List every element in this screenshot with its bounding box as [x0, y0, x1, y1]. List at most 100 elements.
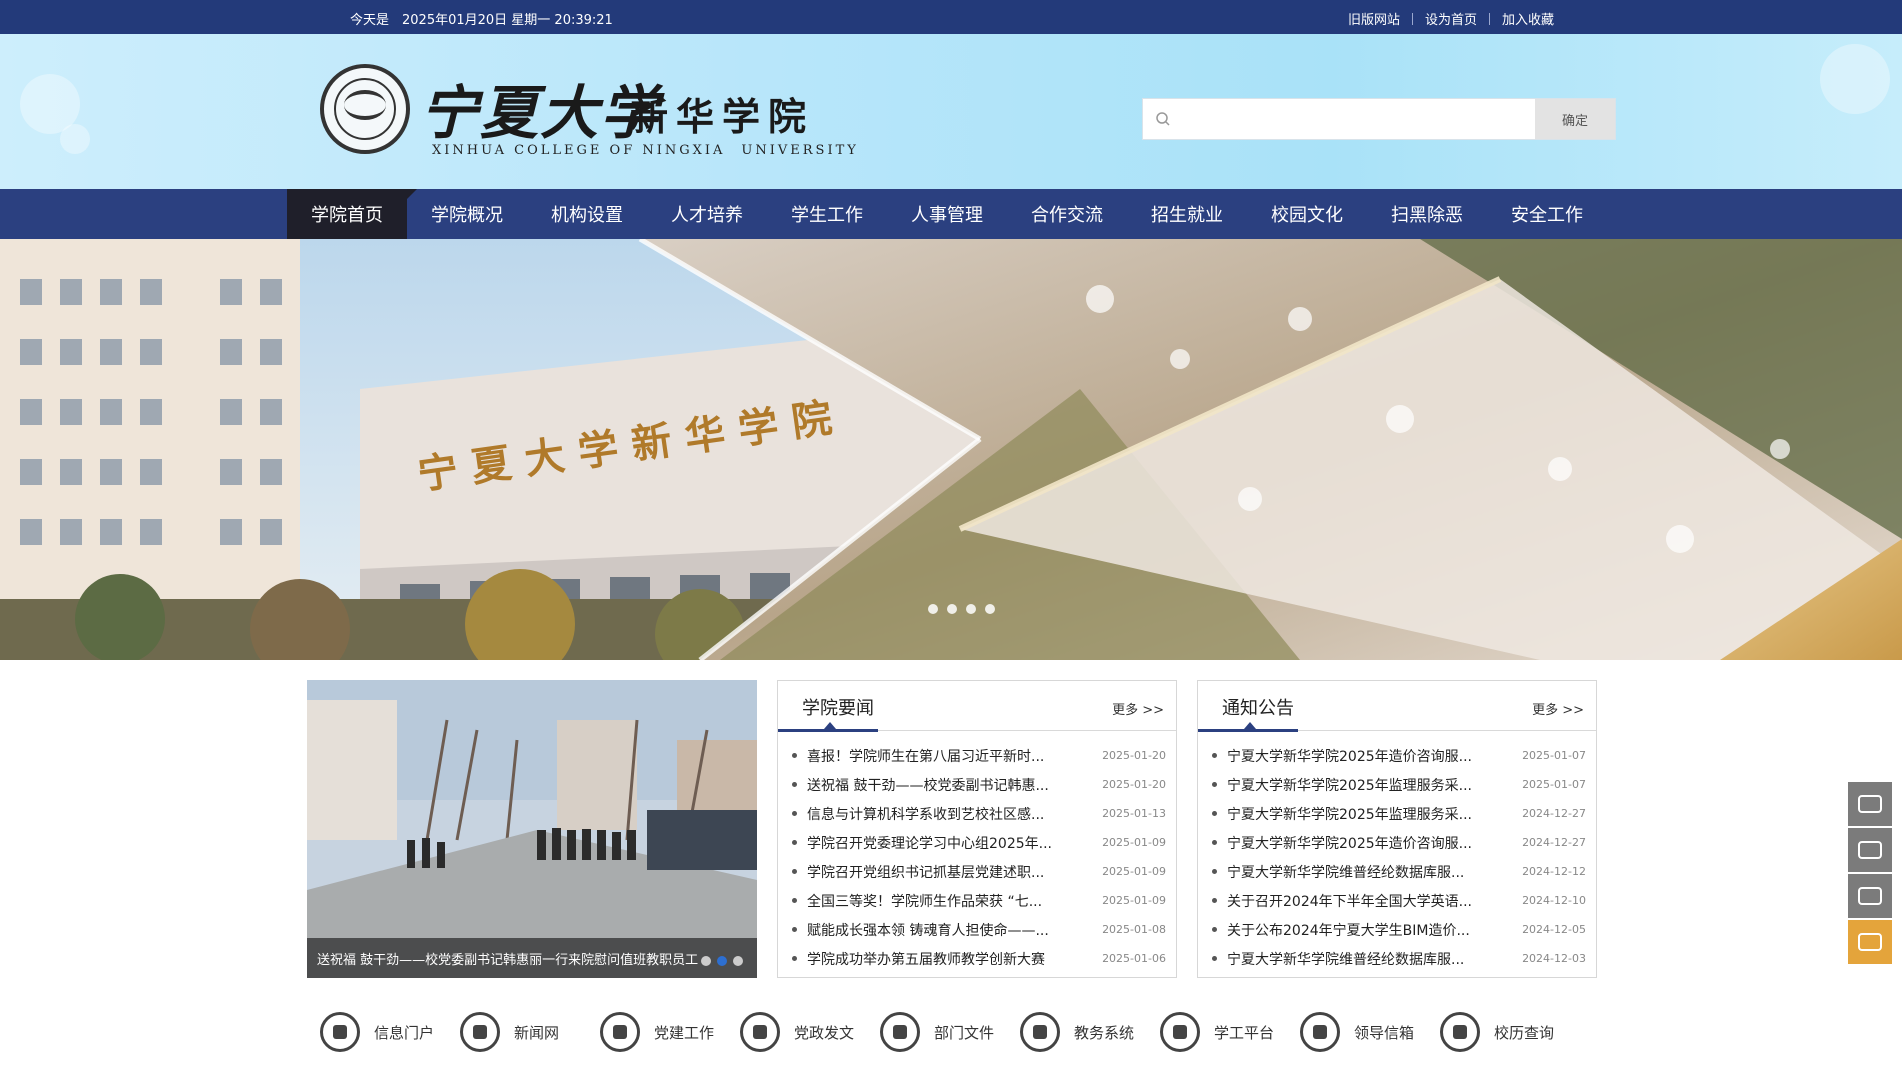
nav-item-talent-training[interactable]: 人才培养 — [647, 189, 767, 239]
slide-dot-active[interactable] — [717, 956, 727, 966]
notice-title[interactable]: 宁夏大学新华学院维普经纶数据库服... — [1227, 862, 1506, 882]
slide-dot[interactable] — [966, 604, 976, 614]
nav-item-anti-crime[interactable]: 扫黑除恶 — [1367, 189, 1487, 239]
slide-dot[interactable] — [947, 604, 957, 614]
nav-item-overview[interactable]: 学院概况 — [407, 189, 527, 239]
list-item[interactable]: 关于公布2024年宁夏大学生BIM造价... 2024-12-05 — [1208, 915, 1586, 944]
news-title[interactable]: 全国三等奖！学院师生作品荣获 “七... — [807, 891, 1086, 911]
old-site-link[interactable]: 旧版网站 — [1348, 9, 1400, 28]
list-item[interactable]: 宁夏大学新华学院2025年造价咨询服... 2025-01-07 — [1208, 741, 1586, 770]
quick-link-label: 新闻网 — [514, 1023, 560, 1042]
list-item[interactable]: 宁夏大学新华学院2025年监理服务采... 2025-01-07 — [1208, 770, 1586, 799]
portal-icon — [320, 1012, 360, 1052]
notices-more-link[interactable]: 更多 >> — [1532, 699, 1584, 718]
quick-link-news-site[interactable]: 新闻网 — [460, 1012, 600, 1052]
list-item[interactable]: 关于召开2024年下半年全国大学英语... 2024-12-10 — [1208, 886, 1586, 915]
divider — [1489, 12, 1491, 25]
news-title[interactable]: 学院成功举办第五届教师教学创新大赛 — [807, 949, 1086, 969]
slide-dot[interactable] — [701, 956, 711, 966]
panel-title-underline — [1198, 729, 1298, 732]
quick-link-official-docs[interactable]: 党政发文 — [740, 1012, 880, 1052]
quick-link-student-platform[interactable]: 学工平台 — [1160, 1012, 1300, 1052]
slide-dot[interactable] — [928, 604, 938, 614]
seal-emblem-icon — [344, 90, 386, 120]
list-item[interactable]: 宁夏大学新华学院2025年造价咨询服... 2024-12-27 — [1208, 828, 1586, 857]
wechat-button[interactable] — [1848, 782, 1892, 826]
list-item[interactable]: 学院成功举办第五届教师教学创新大赛 2025-01-06 — [788, 944, 1166, 973]
add-favorite-link[interactable]: 加入收藏 — [1502, 9, 1554, 28]
list-item[interactable]: 宁夏大学新华学院维普经纶数据库服... 2024-12-12 — [1208, 857, 1586, 886]
search-submit-button[interactable]: 确定 — [1535, 99, 1615, 139]
quick-link-party-work[interactable]: 党建工作 — [600, 1012, 740, 1052]
notice-date: 2024-12-10 — [1522, 894, 1586, 907]
notice-title[interactable]: 宁夏大学新华学院2025年造价咨询服... — [1227, 746, 1506, 766]
weibo-button[interactable] — [1848, 828, 1892, 872]
slide-dot[interactable] — [733, 956, 743, 966]
nav-item-cooperation[interactable]: 合作交流 — [1007, 189, 1127, 239]
photo-news-image — [307, 680, 757, 978]
notice-title[interactable]: 关于公布2024年宁夏大学生BIM造价... — [1227, 920, 1506, 940]
list-item[interactable]: 信息与计算机科学系收到艺校社区感... 2025-01-13 — [788, 799, 1166, 828]
quick-link-calendar-query[interactable]: 校历查询 — [1440, 1012, 1580, 1052]
nav-item-admissions[interactable]: 招生就业 — [1127, 189, 1247, 239]
notice-title[interactable]: 关于召开2024年下半年全国大学英语... — [1227, 891, 1506, 911]
bullet-icon — [792, 927, 797, 932]
list-item[interactable]: 宁夏大学新华学院维普经纶数据库服... 2024-12-03 — [1208, 944, 1586, 973]
panel-caret-icon — [1244, 722, 1256, 729]
hero-banner[interactable]: 宁 夏 大 学 新 华 学 院 — [0, 239, 1902, 660]
nav-item-safety[interactable]: 安全工作 — [1487, 189, 1607, 239]
quick-link-info-portal[interactable]: 信息门户 — [320, 1012, 460, 1052]
panel-header: 通知公告 更多 >> — [1198, 681, 1596, 732]
news-title[interactable]: 赋能成长强本领 铸魂育人担使命——... — [807, 920, 1086, 940]
news-title[interactable]: 信息与计算机科学系收到艺校社区感... — [807, 804, 1086, 824]
nav-item-organization[interactable]: 机构设置 — [527, 189, 647, 239]
photo-news-slider[interactable]: 送祝福 鼓干劲——校党委副书记韩惠丽一行来院慰问值班教职员工 — [307, 680, 757, 978]
nav-item-campus-culture[interactable]: 校园文化 — [1247, 189, 1367, 239]
news-title[interactable]: 送祝福 鼓干劲——校党委副书记韩惠... — [807, 775, 1086, 795]
list-item[interactable]: 宁夏大学新华学院2025年监理服务采... 2024-12-27 — [1208, 799, 1586, 828]
list-item[interactable]: 全国三等奖！学院师生作品荣获 “七... 2025-01-09 — [788, 886, 1166, 915]
news-title[interactable]: 喜报！学院师生在第八届习近平新时... — [807, 746, 1086, 766]
party-emblem-icon — [600, 1012, 640, 1052]
notice-title[interactable]: 宁夏大学新华学院2025年监理服务采... — [1227, 775, 1506, 795]
news-date: 2025-01-20 — [1102, 778, 1166, 791]
panel-title-underline — [778, 729, 878, 732]
list-item[interactable]: 喜报！学院师生在第八届习近平新时... 2025-01-20 — [788, 741, 1166, 770]
bullet-icon — [792, 753, 797, 758]
search-input[interactable] — [1179, 105, 1519, 133]
notice-title[interactable]: 宁夏大学新华学院2025年监理服务采... — [1227, 804, 1506, 824]
slide-dot[interactable] — [985, 604, 995, 614]
bullet-icon — [1212, 782, 1217, 787]
news-date: 2025-01-20 — [1102, 749, 1166, 762]
nav-item-personnel[interactable]: 人事管理 — [887, 189, 1007, 239]
quick-link-label: 党建工作 — [654, 1023, 715, 1042]
quick-link-label: 学工平台 — [1214, 1023, 1275, 1042]
bullet-icon — [792, 840, 797, 845]
set-homepage-link[interactable]: 设为首页 — [1425, 9, 1477, 28]
nav-item-home[interactable]: 学院首页 — [287, 189, 417, 239]
list-item[interactable]: 送祝福 鼓干劲——校党委副书记韩惠... 2025-01-20 — [788, 770, 1166, 799]
news-title[interactable]: 学院召开党组织书记抓基层党建述职... — [807, 862, 1086, 882]
quick-link-academic-system[interactable]: 教务系统 — [1020, 1012, 1160, 1052]
photo-news-caption[interactable]: 送祝福 鼓干劲——校党委副书记韩惠丽一行来院慰问值班教职员工 — [307, 938, 757, 978]
news-title[interactable]: 学院召开党委理论学习中心组2025年... — [807, 833, 1086, 853]
mail-button[interactable] — [1848, 874, 1892, 918]
notice-title[interactable]: 宁夏大学新华学院2025年造价咨询服... — [1227, 833, 1506, 853]
open-mail-button[interactable] — [1848, 920, 1892, 964]
list-item[interactable]: 学院召开党委理论学习中心组2025年... 2025-01-09 — [788, 828, 1166, 857]
news-more-link[interactable]: 更多 >> — [1112, 699, 1164, 718]
quick-links-bar: 信息门户 新闻网 党建工作 党政发文 部门文件 教务系统 学工平台 领导信箱 校… — [320, 1012, 1580, 1052]
university-seal-logo[interactable] — [320, 64, 410, 154]
list-item[interactable]: 学院召开党组织书记抓基层党建述职... 2025-01-09 — [788, 857, 1166, 886]
notice-title[interactable]: 宁夏大学新华学院维普经纶数据库服... — [1227, 949, 1506, 969]
bullet-icon — [1212, 811, 1217, 816]
quick-link-department-files[interactable]: 部门文件 — [880, 1012, 1020, 1052]
bullet-icon — [1212, 898, 1217, 903]
list-item[interactable]: 赋能成长强本领 铸魂育人担使命——... 2025-01-08 — [788, 915, 1166, 944]
nav-item-student-affairs[interactable]: 学生工作 — [767, 189, 887, 239]
panel-caret-icon — [824, 722, 836, 729]
notice-date: 2024-12-03 — [1522, 952, 1586, 965]
quick-link-leader-mailbox[interactable]: 领导信箱 — [1300, 1012, 1440, 1052]
camera-icon — [460, 1012, 500, 1052]
news-date: 2025-01-09 — [1102, 836, 1166, 849]
